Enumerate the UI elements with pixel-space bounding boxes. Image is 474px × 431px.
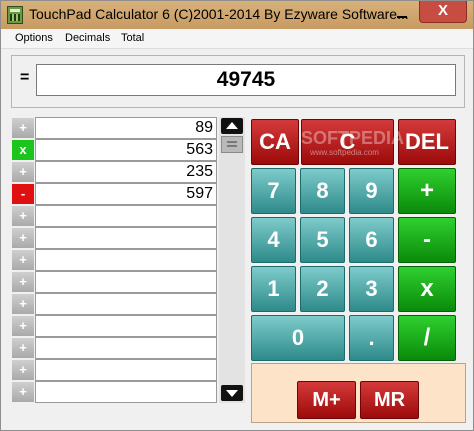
tape-value-cell[interactable] <box>35 271 217 293</box>
digit-7-button[interactable]: 7 <box>251 168 296 214</box>
tape-row: +89 <box>11 117 217 139</box>
digit-8-button[interactable]: 8 <box>300 168 345 214</box>
tape-list: +89 x 563 +235-597 + + + + + + + + + <box>11 117 217 403</box>
result-panel: = 49745 <box>11 55 465 108</box>
tape-row: + <box>11 205 217 227</box>
tape-row: + <box>11 227 217 249</box>
clear-all-button[interactable]: CA <box>251 119 299 165</box>
tape-operator-button[interactable]: + <box>11 117 35 139</box>
tape-row: + <box>11 271 217 293</box>
memory-panel <box>251 363 466 423</box>
digit-6-button[interactable]: 6 <box>349 217 394 263</box>
decimal-point-button[interactable]: . <box>349 315 394 361</box>
digit-1-button[interactable]: 1 <box>251 266 296 312</box>
clear-button[interactable]: C <box>301 119 394 165</box>
tape-value-cell[interactable] <box>35 337 217 359</box>
tape-row: + <box>11 249 217 271</box>
multiply-button[interactable]: x <box>398 266 456 312</box>
menu-bar: Options Decimals Total <box>1 29 473 49</box>
tape-row: + <box>11 381 217 403</box>
memory-add-button[interactable]: M+ <box>297 381 356 419</box>
scroll-up-arrow-icon[interactable] <box>221 118 243 134</box>
tape-row: + <box>11 337 217 359</box>
divide-button[interactable]: / <box>398 315 456 361</box>
digit-3-button[interactable]: 3 <box>349 266 394 312</box>
digit-5-button[interactable]: 5 <box>300 217 345 263</box>
tape-value-cell[interactable]: 235 <box>35 161 217 183</box>
tape-operator-button[interactable]: + <box>11 359 35 381</box>
tape-operator-button[interactable]: + <box>11 205 35 227</box>
tape-value-cell[interactable] <box>35 293 217 315</box>
tape-operator-button[interactable]: - <box>11 183 35 205</box>
tape-scrollbar[interactable] <box>219 117 245 403</box>
digit-9-button[interactable]: 9 <box>349 168 394 214</box>
tape-operator-button[interactable]: + <box>11 315 35 337</box>
calculator-app-icon <box>7 6 23 24</box>
tape-row: +235 <box>11 161 217 183</box>
scroll-down-arrow-icon[interactable] <box>221 385 243 401</box>
subtract-button[interactable]: - <box>398 217 456 263</box>
digit-4-button[interactable]: 4 <box>251 217 296 263</box>
tape-operator-button[interactable]: + <box>11 161 35 183</box>
tape-operator-button[interactable]: x <box>11 139 35 161</box>
minimize-button[interactable] <box>388 4 415 24</box>
calculator-window: TouchPad Calculator 6 (C)2001-2014 By Ez… <box>0 0 474 431</box>
tape-row: x 563 <box>11 139 217 161</box>
tape-operator-button[interactable]: + <box>11 337 35 359</box>
equals-label: = <box>20 69 30 86</box>
tape-row: + <box>11 315 217 337</box>
result-display: 49745 <box>36 64 456 96</box>
tape-operator-button[interactable]: + <box>11 249 35 271</box>
tape-value-cell[interactable] <box>35 381 217 403</box>
scroll-thumb[interactable] <box>221 136 243 153</box>
window-title: TouchPad Calculator 6 (C)2001-2014 By Ez… <box>29 6 409 22</box>
menu-options[interactable]: Options <box>15 32 53 44</box>
tape-value-cell[interactable] <box>35 205 217 227</box>
tape-row: + <box>11 359 217 381</box>
digit-2-button[interactable]: 2 <box>300 266 345 312</box>
tape-value-cell[interactable] <box>35 315 217 337</box>
menu-decimals[interactable]: Decimals <box>65 32 110 44</box>
menu-total[interactable]: Total <box>121 32 144 44</box>
tape-value-cell[interactable]: 89 <box>35 117 217 139</box>
tape-operator-button[interactable]: + <box>11 227 35 249</box>
tape-row: + <box>11 293 217 315</box>
tape-operator-button[interactable]: + <box>11 293 35 315</box>
tape-operator-button[interactable]: + <box>11 271 35 293</box>
title-bar[interactable]: TouchPad Calculator 6 (C)2001-2014 By Ez… <box>1 1 473 29</box>
tape-value-cell[interactable] <box>35 359 217 381</box>
memory-recall-button[interactable]: MR <box>360 381 419 419</box>
tape-row: -597 <box>11 183 217 205</box>
tape-operator-button[interactable]: + <box>11 381 35 403</box>
tape-value-cell[interactable] <box>35 227 217 249</box>
tape-value-cell[interactable]: 597 <box>35 183 217 205</box>
tape-value-cell[interactable]: 563 <box>35 139 217 161</box>
add-button[interactable]: + <box>398 168 456 214</box>
tape-value-cell[interactable] <box>35 249 217 271</box>
delete-button[interactable]: DEL <box>398 119 456 165</box>
close-button[interactable]: X <box>419 1 467 23</box>
digit-0-button[interactable]: 0 <box>251 315 345 361</box>
